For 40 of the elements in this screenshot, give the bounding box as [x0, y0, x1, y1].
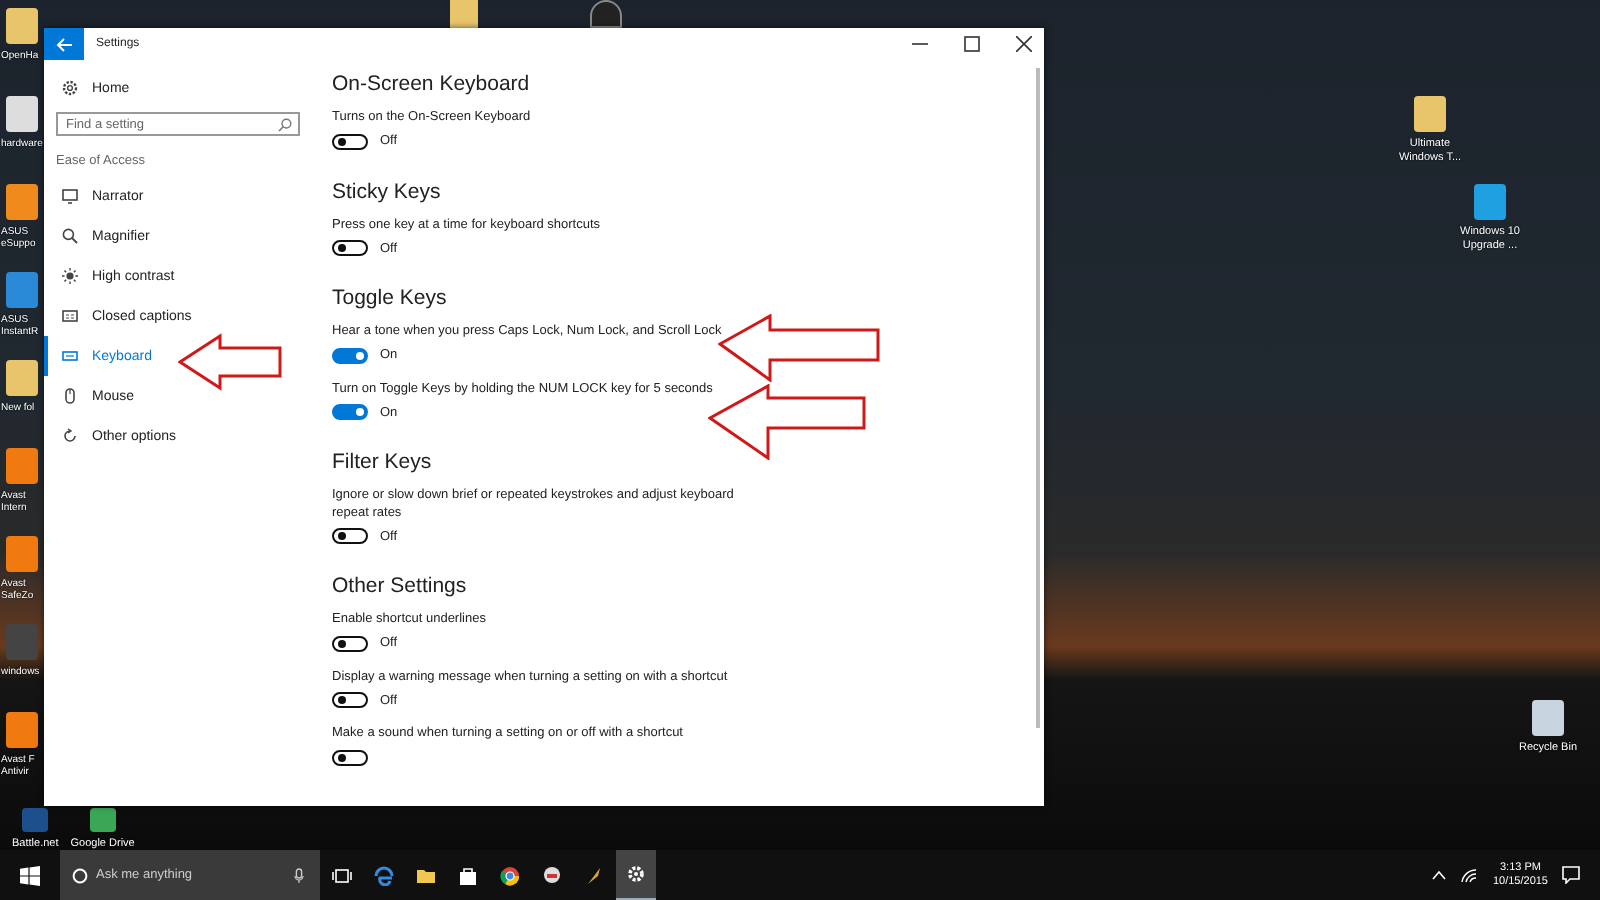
feather-icon — [584, 865, 604, 885]
settings-icon — [626, 864, 646, 884]
toggle-switch[interactable] — [332, 347, 368, 363]
settings-taskbar-button[interactable] — [616, 850, 656, 900]
store-icon — [458, 865, 478, 885]
toggle-switch[interactable] — [332, 404, 368, 420]
chrome-icon — [500, 865, 520, 885]
toggle-switch[interactable] — [332, 528, 368, 544]
captions-icon — [62, 308, 78, 324]
magnifier-icon — [62, 228, 78, 244]
search-icon — [278, 117, 292, 131]
app-icon[interactable] — [89, 808, 116, 832]
close-icon[interactable] — [1016, 36, 1032, 52]
monitor-icon — [62, 188, 78, 204]
microphone-icon — [294, 867, 304, 883]
edge-icon — [374, 865, 394, 885]
caret-up-icon[interactable] — [1432, 870, 1447, 880]
toggle-switch[interactable] — [332, 692, 368, 708]
sun-icon — [62, 268, 78, 284]
mouse-icon — [62, 388, 78, 404]
scrollbar[interactable] — [1036, 68, 1040, 728]
maximize-icon[interactable] — [964, 36, 980, 52]
task-view-icon[interactable] — [332, 867, 352, 883]
toggle-switch[interactable] — [332, 240, 368, 256]
section-heading: Other Settings — [332, 572, 469, 600]
refresh-icon — [62, 428, 78, 444]
notification-icon[interactable] — [1562, 866, 1580, 884]
toggle-switch[interactable] — [332, 133, 368, 149]
pointer-arrow — [178, 332, 282, 392]
toggle-switch[interactable] — [332, 635, 368, 651]
section-heading: Sticky Keys — [332, 177, 443, 205]
section-heading: Toggle Keys — [332, 284, 449, 312]
toggle-switch[interactable] — [332, 749, 368, 765]
keyboard-icon — [62, 348, 78, 364]
back-arrow-icon — [56, 37, 72, 51]
network-icon[interactable] — [1460, 867, 1479, 883]
section-heading: On-Screen Keyboard — [332, 70, 532, 98]
gear-icon — [62, 80, 78, 96]
back-button[interactable] — [44, 28, 84, 60]
section-heading: Filter Keys — [332, 448, 434, 476]
